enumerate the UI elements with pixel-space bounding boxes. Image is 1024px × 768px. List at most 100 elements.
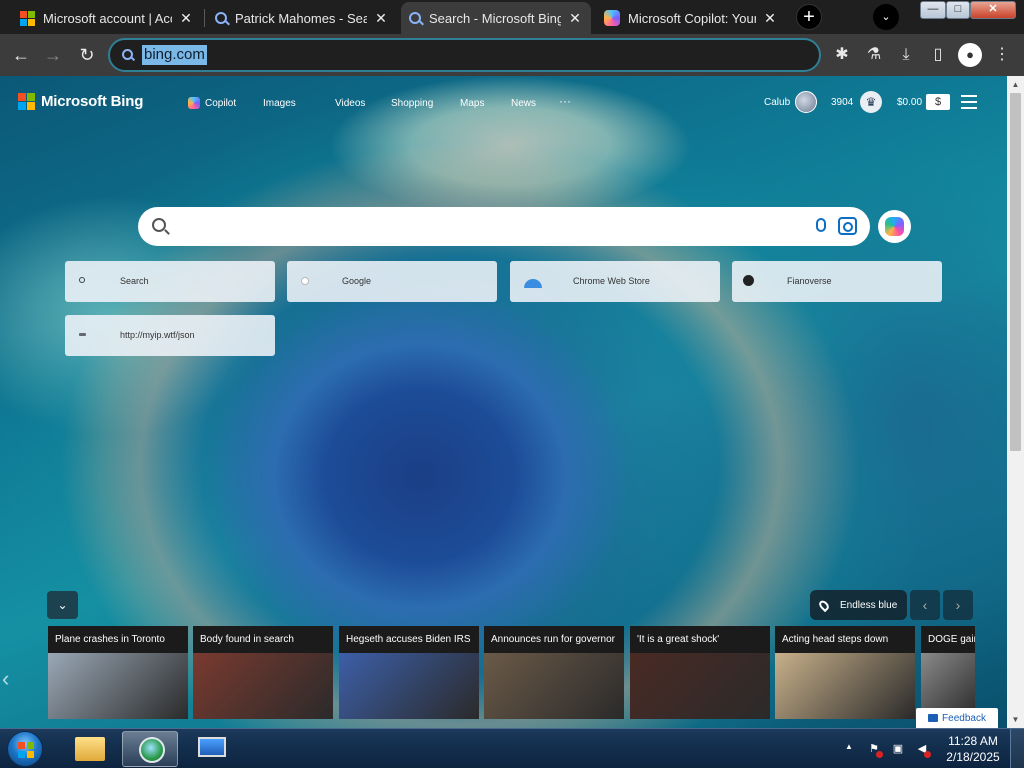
maximize-button[interactable]: □: [946, 1, 970, 19]
chrome-web-store-icon: [524, 279, 542, 288]
tab-bar: Microsoft account | Acc ✕ Patrick Mahome…: [0, 0, 1024, 34]
copilot-icon: [188, 97, 200, 109]
window-close-button[interactable]: ✕: [970, 1, 1016, 19]
tab-bing-search[interactable]: Search - Microsoft Bing ✕: [401, 2, 591, 34]
news-card[interactable]: Hegseth accuses Biden IRS: [339, 626, 479, 719]
address-bar[interactable]: bing.com: [108, 38, 821, 72]
minimize-button[interactable]: —: [920, 1, 946, 19]
volume-muted-icon[interactable]: ◀: [915, 742, 931, 758]
more-nav-button[interactable]: ···: [559, 93, 571, 109]
nav-news[interactable]: News: [511, 97, 559, 109]
wallet-balance[interactable]: $0.00: [897, 97, 922, 108]
reload-button[interactable]: ↻: [74, 42, 100, 68]
show-desktop-button[interactable]: [1010, 729, 1024, 768]
error-badge-icon: [876, 751, 883, 758]
show-hidden-icons-button[interactable]: ▲: [845, 742, 853, 751]
tab-microsoft-copilot[interactable]: Microsoft Copilot: Your ✕: [596, 2, 786, 34]
feedback-button[interactable]: Feedback: [916, 708, 998, 728]
taskbar-file-explorer[interactable]: [61, 731, 117, 767]
news-image: [630, 653, 770, 719]
quick-link-chrome-web-store[interactable]: Chrome Web Store: [510, 261, 720, 302]
search-icon: [215, 12, 227, 24]
fianoverse-icon: [743, 275, 754, 286]
news-card[interactable]: Announces run for governor: [484, 626, 624, 719]
labs-icon[interactable]: ⚗: [863, 44, 885, 66]
clock-time: 11:28 AM: [948, 734, 998, 748]
new-tab-button[interactable]: +: [796, 4, 822, 30]
rewards-trophy-icon[interactable]: ♛: [860, 91, 882, 113]
news-scroll-left-button[interactable]: ‹: [2, 666, 16, 694]
tab-separator: [204, 9, 205, 27]
close-icon[interactable]: ✕: [762, 10, 778, 26]
image-location-button[interactable]: Endless blue: [810, 590, 907, 620]
close-icon[interactable]: ✕: [178, 10, 194, 26]
user-name[interactable]: Calub: [764, 97, 790, 108]
search-icon: [79, 277, 85, 283]
news-image: [775, 653, 915, 719]
rewards-points[interactable]: 3904: [831, 97, 853, 108]
news-card[interactable]: Body found in search: [193, 626, 333, 719]
quick-link-label: Google: [342, 276, 372, 286]
nav-images[interactable]: Images: [263, 97, 335, 109]
previous-image-button[interactable]: ‹: [910, 590, 940, 620]
hamburger-menu-icon[interactable]: [961, 95, 977, 109]
quick-link-label: Search: [120, 276, 149, 286]
top-navigation: Copilot Images Videos Shopping Maps News…: [188, 94, 571, 109]
tab-search-button[interactable]: ⌄: [873, 4, 899, 30]
wallet-icon[interactable]: $: [926, 94, 950, 110]
nav-copilot[interactable]: Copilot: [188, 97, 263, 109]
forward-button[interactable]: →: [40, 42, 66, 68]
feedback-label: Feedback: [942, 713, 986, 724]
address-url[interactable]: bing.com: [142, 45, 207, 65]
tab-patrick-mahomes[interactable]: Patrick Mahomes - Sear ✕: [207, 2, 397, 34]
quick-link-google[interactable]: Google: [287, 261, 497, 302]
news-card[interactable]: 'It is a great shock': [630, 626, 770, 719]
bing-search-box: [138, 207, 870, 246]
close-icon[interactable]: ✕: [567, 10, 583, 26]
search-icon: [152, 218, 166, 232]
scrollbar-thumb[interactable]: [1010, 93, 1021, 451]
copilot-button[interactable]: [878, 210, 911, 243]
bing-homepage: Microsoft Bing Copilot Images Videos Sho…: [0, 76, 1007, 728]
tab-microsoft-account[interactable]: Microsoft account | Acc ✕: [12, 2, 202, 34]
news-card[interactable]: Acting head steps down: [775, 626, 915, 719]
nav-shopping[interactable]: Shopping: [391, 97, 460, 109]
page-scrollbar[interactable]: ▲ ▼: [1007, 76, 1024, 728]
microphone-icon[interactable]: [816, 218, 826, 232]
scroll-up-arrow[interactable]: ▲: [1007, 76, 1024, 93]
quick-link-myip[interactable]: http://myip.wtf/json: [65, 315, 275, 356]
download-icon[interactable]: ⤓: [895, 44, 917, 66]
quick-link-label: Chrome Web Store: [573, 276, 650, 286]
avatar[interactable]: [795, 91, 817, 113]
clock[interactable]: 11:28 AM 2/18/2025: [941, 733, 1005, 765]
search-icon: [409, 12, 421, 24]
nav-maps[interactable]: Maps: [460, 97, 511, 109]
action-center-icon[interactable]: ⚑: [867, 742, 883, 758]
profile-icon[interactable]: ●: [958, 43, 982, 67]
nav-videos[interactable]: Videos: [335, 97, 391, 109]
bing-logo[interactable]: Microsoft Bing: [18, 93, 143, 110]
news-image: [484, 653, 624, 719]
close-icon[interactable]: ✕: [373, 10, 389, 26]
network-icon[interactable]: ▣: [891, 742, 905, 756]
collapse-feed-button[interactable]: ⌄: [47, 591, 78, 619]
quick-link-search[interactable]: Search: [65, 261, 275, 302]
scroll-down-arrow[interactable]: ▼: [1007, 711, 1024, 728]
quick-link-fianoverse[interactable]: Fianoverse: [732, 261, 942, 302]
news-card[interactable]: DOGE gains: [921, 626, 975, 719]
next-image-button[interactable]: ›: [943, 590, 973, 620]
more-menu-icon[interactable]: ⋮: [991, 44, 1013, 66]
taskbar-remote-desktop[interactable]: [184, 731, 240, 767]
extensions-icon[interactable]: ✱: [831, 44, 853, 66]
remote-desktop-icon: [198, 737, 226, 757]
microsoft-logo-icon: [18, 93, 35, 110]
start-button[interactable]: [7, 731, 43, 767]
search-input[interactable]: [182, 216, 802, 238]
taskbar-browser[interactable]: [122, 731, 178, 767]
side-panel-icon[interactable]: ▯: [927, 44, 949, 66]
location-pin-icon: [817, 598, 831, 612]
news-card[interactable]: Plane crashes in Toronto: [48, 626, 188, 719]
logo-text: Microsoft Bing: [41, 93, 144, 110]
back-button[interactable]: ←: [8, 42, 34, 68]
visual-search-icon[interactable]: [838, 217, 857, 235]
